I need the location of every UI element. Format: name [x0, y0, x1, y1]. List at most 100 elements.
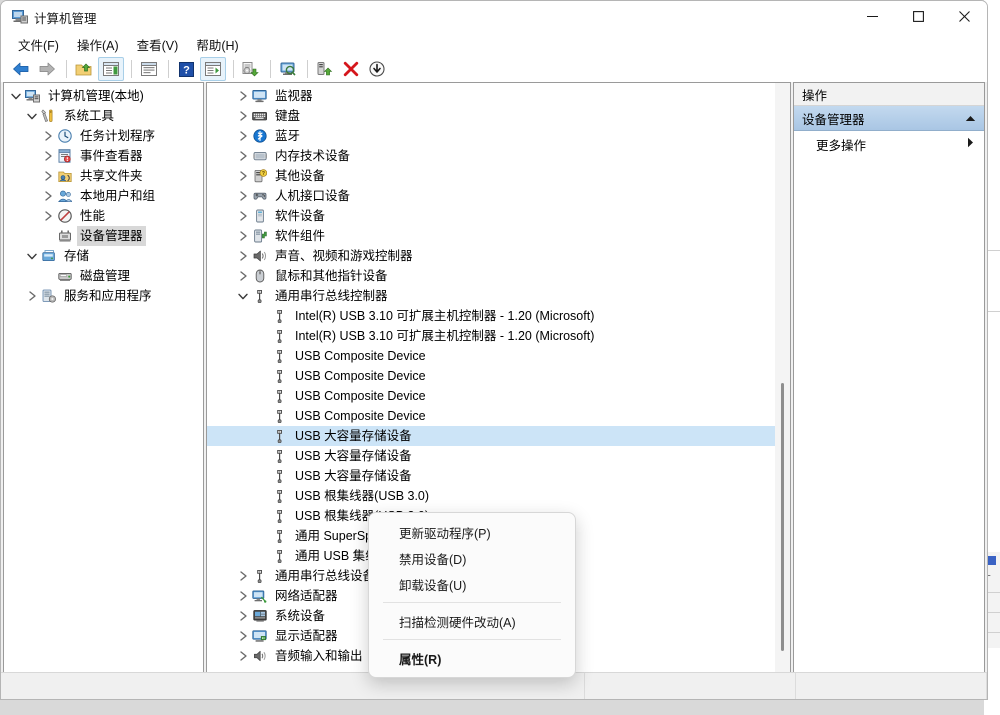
chevron-right-icon[interactable] — [235, 246, 251, 266]
tree-row[interactable]: USB 大容量存储设备 — [207, 446, 790, 466]
tree-row[interactable]: USB Composite Device — [207, 386, 790, 406]
actions-pane-header: 操作 — [794, 83, 984, 106]
help-icon[interactable]: ? — [174, 58, 198, 80]
ctx-disable-device[interactable]: 禁用设备(D) — [369, 545, 575, 571]
tree-row[interactable]: 本地用户和组 — [4, 186, 203, 206]
event-viewer-icon — [56, 146, 73, 166]
sound-icon — [251, 246, 268, 266]
tree-row[interactable]: USB 大容量存储设备 — [207, 466, 790, 486]
tree-row[interactable]: 软件组件 — [207, 226, 790, 246]
ctx-update-driver[interactable]: 更新驱动程序(P) — [369, 519, 575, 545]
tree-row[interactable]: 通用串行总线控制器 — [207, 286, 790, 306]
enable-device-icon[interactable] — [313, 58, 337, 80]
chevron-up-icon[interactable] — [965, 111, 976, 125]
tree-row[interactable]: Intel(R) USB 3.10 可扩展主机控制器 - 1.20 (Micro… — [207, 306, 790, 326]
tree-row[interactable]: USB Composite Device — [207, 366, 790, 386]
chevron-right-icon[interactable] — [40, 166, 56, 186]
tree-row[interactable]: 存储 — [4, 246, 203, 266]
chevron-right-icon[interactable] — [40, 186, 56, 206]
disable-device-icon[interactable] — [365, 58, 389, 80]
chevron-right-icon[interactable] — [235, 626, 251, 646]
close-button[interactable] — [941, 1, 987, 32]
show-action-pane-icon[interactable] — [200, 57, 226, 81]
tree-row[interactable]: 蓝牙 — [207, 126, 790, 146]
tree-row[interactable]: USB Composite Device — [207, 406, 790, 426]
scan-hardware-icon[interactable] — [276, 58, 300, 80]
tree-row[interactable]: 系统工具 — [4, 106, 203, 126]
chevron-down-icon[interactable] — [235, 286, 251, 306]
tree-row[interactable]: 计算机管理(本地) — [4, 86, 203, 106]
chevron-right-icon[interactable] — [235, 86, 251, 106]
chevron-right-icon[interactable] — [235, 606, 251, 626]
tree-row-label: USB 根集线器(USB 3.0) — [295, 489, 430, 503]
chevron-right-icon[interactable] — [235, 186, 251, 206]
chevron-right-icon[interactable] — [235, 126, 251, 146]
chevron-right-icon[interactable] — [235, 566, 251, 586]
chevron-right-icon[interactable] — [235, 206, 251, 226]
chevron-down-icon[interactable] — [24, 106, 40, 126]
menu-view[interactable]: 查看(V) — [128, 33, 188, 56]
tree-row[interactable]: 声音、视频和游戏控制器 — [207, 246, 790, 266]
chevron-right-icon[interactable] — [24, 286, 40, 306]
toolbar-separator — [233, 60, 234, 78]
uninstall-device-icon[interactable] — [339, 58, 363, 80]
tree-row[interactable]: ? 其他设备 — [207, 166, 790, 186]
tree-row[interactable]: 性能 — [4, 206, 203, 226]
menu-help[interactable]: 帮助(H) — [187, 33, 247, 56]
update-driver-icon[interactable] — [239, 58, 263, 80]
menu-action[interactable]: 操作(A) — [68, 33, 128, 56]
tree-row[interactable]: 磁盘管理 — [4, 266, 203, 286]
tree-row[interactable]: 设备管理器 — [4, 226, 203, 246]
ctx-scan-hardware[interactable]: 扫描检测硬件改动(A) — [369, 608, 575, 634]
tree-row-label: 共享文件夹 — [80, 169, 143, 183]
device-tree-scroll-thumb[interactable] — [781, 383, 784, 651]
tree-row[interactable]: 软件设备 — [207, 206, 790, 226]
tree-row[interactable]: 事件查看器 — [4, 146, 203, 166]
chevron-down-icon[interactable] — [24, 246, 40, 266]
tree-row[interactable]: 人机接口设备 — [207, 186, 790, 206]
tree-row[interactable]: 内存技术设备 — [207, 146, 790, 166]
menu-file[interactable]: 文件(F) — [9, 33, 68, 56]
minimize-button[interactable] — [849, 1, 895, 32]
back-icon[interactable] — [9, 58, 33, 80]
statusbar-cell-b — [796, 673, 987, 699]
tree-row[interactable]: 监视器 — [207, 86, 790, 106]
chevron-right-icon[interactable] — [235, 266, 251, 286]
chevron-right-icon[interactable] — [235, 106, 251, 126]
tree-row[interactable]: 服务和应用程序 — [4, 286, 203, 306]
chevron-right-icon[interactable] — [40, 146, 56, 166]
context-menu[interactable]: 更新驱动程序(P) 禁用设备(D) 卸载设备(U) 扫描检测硬件改动(A) 属性(R) — [368, 512, 576, 678]
ctx-uninstall-device[interactable]: 卸载设备(U) — [369, 571, 575, 597]
tree-row-label: 系统工具 — [64, 109, 115, 123]
tree-row-label: 设备管理器 — [77, 226, 146, 246]
tree-row[interactable]: 鼠标和其他指针设备 — [207, 266, 790, 286]
forward-icon[interactable] — [35, 58, 59, 80]
usb-icon — [251, 566, 268, 586]
console-tree[interactable]: 计算机管理(本地) 系统工具任务计划程序 事件查看器共享文件夹本地用户和组 性能 设备管… — [4, 83, 203, 306]
chevron-right-icon[interactable] — [235, 586, 251, 606]
chevron-right-icon[interactable] — [235, 646, 251, 666]
chevron-right-icon[interactable] — [40, 126, 56, 146]
tree-row[interactable]: USB 大容量存储设备 — [207, 426, 790, 446]
chevron-right-icon[interactable] — [235, 226, 251, 246]
properties-icon[interactable] — [137, 58, 161, 80]
chevron-right-icon[interactable] — [235, 146, 251, 166]
up-folder-icon[interactable] — [72, 58, 96, 80]
tree-row[interactable]: 键盘 — [207, 106, 790, 126]
tree-row[interactable]: USB Composite Device — [207, 346, 790, 366]
maximize-button[interactable] — [895, 1, 941, 32]
actions-group-device-manager[interactable]: 设备管理器 — [794, 106, 984, 131]
ctx-properties[interactable]: 属性(R) — [369, 645, 575, 671]
show-hide-tree-icon[interactable] — [98, 57, 124, 81]
tree-row[interactable]: 任务计划程序 — [4, 126, 203, 146]
chevron-down-icon[interactable] — [8, 86, 24, 106]
device-tree-scrollbar[interactable] — [775, 83, 790, 673]
chevron-right-icon[interactable] — [40, 206, 56, 226]
action-item-more-actions[interactable]: 更多操作 — [794, 131, 984, 157]
tree-row[interactable]: USB 根集线器(USB 3.0) — [207, 486, 790, 506]
chevron-right-icon[interactable] — [235, 166, 251, 186]
tree-row[interactable]: 共享文件夹 — [4, 166, 203, 186]
tree-row[interactable]: Intel(R) USB 3.10 可扩展主机控制器 - 1.20 (Micro… — [207, 326, 790, 346]
